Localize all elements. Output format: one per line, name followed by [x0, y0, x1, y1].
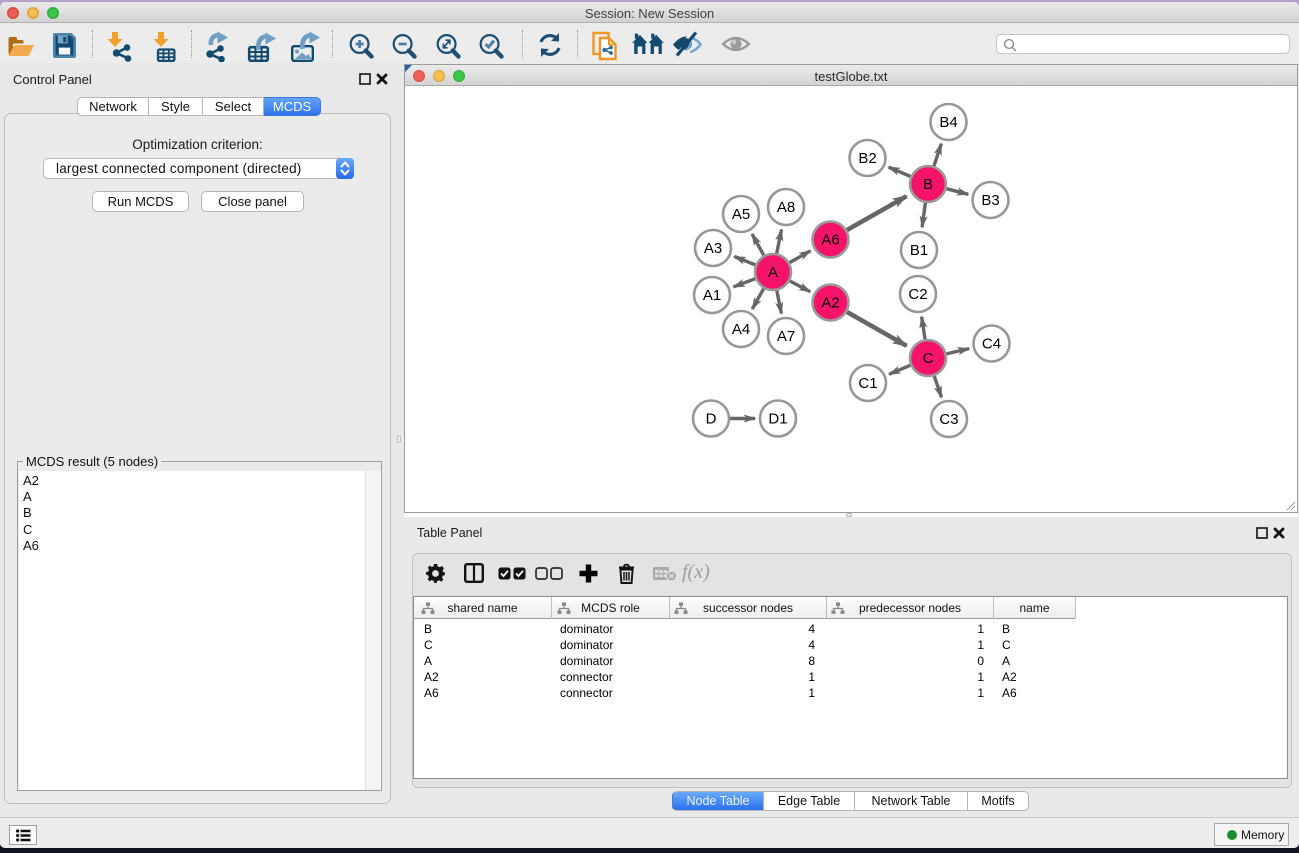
svg-text:A: A: [768, 264, 778, 281]
svg-text:B4: B4: [939, 114, 957, 131]
svg-text:C3: C3: [939, 411, 958, 428]
svg-text:A2: A2: [821, 295, 839, 312]
svg-text:A6: A6: [821, 232, 839, 249]
svg-text:B3: B3: [981, 192, 999, 209]
svg-text:C: C: [923, 350, 934, 367]
svg-text:D1: D1: [768, 411, 787, 428]
svg-text:B2: B2: [858, 150, 876, 167]
svg-text:C1: C1: [858, 375, 877, 392]
svg-text:C2: C2: [908, 286, 927, 303]
svg-text:A8: A8: [777, 199, 795, 216]
svg-text:A3: A3: [704, 240, 722, 257]
svg-text:D: D: [706, 411, 717, 428]
svg-text:A5: A5: [732, 206, 750, 223]
svg-text:A7: A7: [777, 328, 795, 345]
svg-text:B: B: [923, 176, 933, 193]
svg-text:A4: A4: [732, 321, 750, 338]
svg-text:C4: C4: [982, 336, 1001, 353]
svg-text:A1: A1: [703, 287, 721, 304]
svg-text:B1: B1: [910, 242, 928, 259]
